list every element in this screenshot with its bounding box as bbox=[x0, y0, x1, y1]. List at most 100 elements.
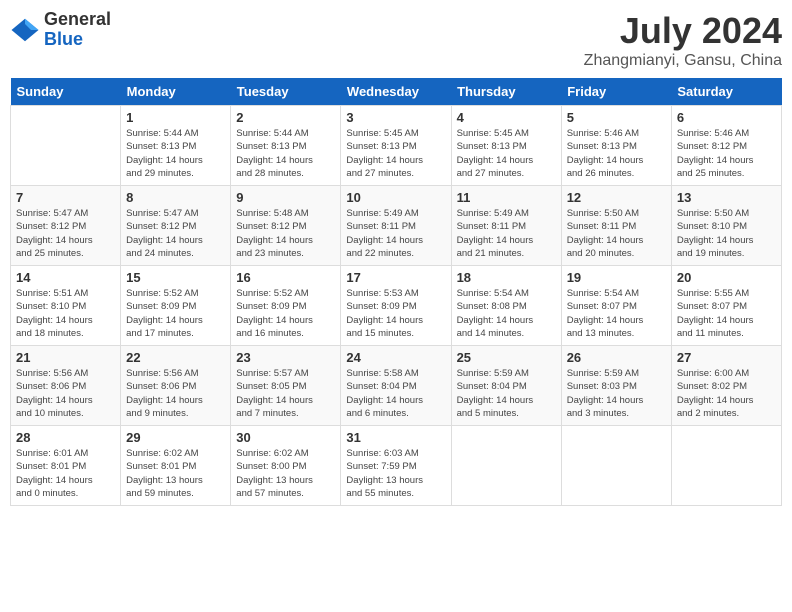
day-number: 5 bbox=[567, 110, 666, 125]
calendar-cell: 7Sunrise: 5:47 AM Sunset: 8:12 PM Daylig… bbox=[11, 186, 121, 266]
day-number: 26 bbox=[567, 350, 666, 365]
day-info: Sunrise: 5:52 AM Sunset: 8:09 PM Dayligh… bbox=[236, 287, 335, 340]
calendar-cell: 13 Sunrise: 5:50 AM Sunset: 8:10 PM Dayli… bbox=[671, 186, 781, 266]
calendar-cell: 23 Sunrise: 5:57 AM Sunset: 8:05 PM Dayli… bbox=[231, 346, 341, 426]
day-info: Sunrise: 5:50 AM Sunset: 8:11 PM Dayligh… bbox=[567, 207, 666, 260]
logo-blue: Blue bbox=[44, 30, 111, 50]
day-number: 3 bbox=[346, 110, 445, 125]
calendar-cell bbox=[11, 106, 121, 186]
day-number: 15 bbox=[126, 270, 225, 285]
day-info: Sunrise: 5:48 AM Sunset: 8:12 PM Dayligh… bbox=[236, 207, 335, 260]
day-number: 4 bbox=[457, 110, 556, 125]
logo-icon bbox=[10, 15, 40, 45]
day-info: Sunrise: 6:02 AM Sunset: 8:00 PM Dayligh… bbox=[236, 447, 335, 500]
calendar-cell: 9 Sunrise: 5:48 AM Sunset: 8:12 PM Daylig… bbox=[231, 186, 341, 266]
day-number: 2 bbox=[236, 110, 335, 125]
calendar-cell: 21 Sunrise: 5:56 AM Sunset: 8:06 PM Dayli… bbox=[11, 346, 121, 426]
calendar-cell: 15 Sunrise: 5:52 AM Sunset: 8:09 PM Dayli… bbox=[121, 266, 231, 346]
calendar-cell: 28 Sunrise: 6:01 AM Sunset: 8:01 PM Dayli… bbox=[11, 426, 121, 506]
calendar-cell: 8 Sunrise: 5:47 AM Sunset: 8:12 PM Daylig… bbox=[121, 186, 231, 266]
day-number: 8 bbox=[126, 190, 225, 205]
day-number: 27 bbox=[677, 350, 776, 365]
week-row-0: 1 Sunrise: 5:44 AM Sunset: 8:13 PM Daylig… bbox=[11, 106, 782, 186]
days-header-row: SundayMondayTuesdayWednesdayThursdayFrid… bbox=[11, 78, 782, 106]
day-header-thursday: Thursday bbox=[451, 78, 561, 106]
calendar-cell: 14 Sunrise: 5:51 AM Sunset: 8:10 PM Dayli… bbox=[11, 266, 121, 346]
day-number: 9 bbox=[236, 190, 335, 205]
day-info: Sunrise: 5:46 AM Sunset: 8:13 PM Dayligh… bbox=[567, 127, 666, 180]
day-number: 17 bbox=[346, 270, 445, 285]
calendar-cell: 5 Sunrise: 5:46 AM Sunset: 8:13 PM Daylig… bbox=[561, 106, 671, 186]
calendar-cell: 20 Sunrise: 5:55 AM Sunset: 8:07 PM Dayli… bbox=[671, 266, 781, 346]
day-info: Sunrise: 5:52 AM Sunset: 8:09 PM Dayligh… bbox=[126, 287, 225, 340]
day-info: Sunrise: 5:47 AM Sunset: 8:12 PM Dayligh… bbox=[126, 207, 225, 260]
week-row-3: 21 Sunrise: 5:56 AM Sunset: 8:06 PM Dayli… bbox=[11, 346, 782, 426]
day-number: 10 bbox=[346, 190, 445, 205]
calendar-cell: 6 Sunrise: 5:46 AM Sunset: 8:12 PM Daylig… bbox=[671, 106, 781, 186]
day-header-monday: Monday bbox=[121, 78, 231, 106]
day-number: 21 bbox=[16, 350, 115, 365]
day-header-saturday: Saturday bbox=[671, 78, 781, 106]
location: Zhangmianyi, Gansu, China bbox=[584, 52, 782, 70]
calendar-cell: 3 Sunrise: 5:45 AM Sunset: 8:13 PM Daylig… bbox=[341, 106, 451, 186]
day-number: 30 bbox=[236, 430, 335, 445]
day-number: 19 bbox=[567, 270, 666, 285]
calendar-cell: 19 Sunrise: 5:54 AM Sunset: 8:07 PM Dayli… bbox=[561, 266, 671, 346]
day-info: Sunrise: 5:45 AM Sunset: 8:13 PM Dayligh… bbox=[346, 127, 445, 180]
day-info: Sunrise: 5:58 AM Sunset: 8:04 PM Dayligh… bbox=[346, 367, 445, 420]
week-row-2: 14 Sunrise: 5:51 AM Sunset: 8:10 PM Dayli… bbox=[11, 266, 782, 346]
page-header: General Blue July 2024 Zhangmianyi, Gans… bbox=[10, 10, 782, 70]
day-number: 6 bbox=[677, 110, 776, 125]
calendar-cell: 17 Sunrise: 5:53 AM Sunset: 8:09 PM Dayli… bbox=[341, 266, 451, 346]
day-info: Sunrise: 5:54 AM Sunset: 8:07 PM Dayligh… bbox=[567, 287, 666, 340]
day-info: Sunrise: 6:00 AM Sunset: 8:02 PM Dayligh… bbox=[677, 367, 776, 420]
day-info: Sunrise: 5:59 AM Sunset: 8:04 PM Dayligh… bbox=[457, 367, 556, 420]
day-info: Sunrise: 6:01 AM Sunset: 8:01 PM Dayligh… bbox=[16, 447, 115, 500]
calendar-cell: 31Sunrise: 6:03 AM Sunset: 7:59 PM Dayli… bbox=[341, 426, 451, 506]
day-number: 23 bbox=[236, 350, 335, 365]
day-header-sunday: Sunday bbox=[11, 78, 121, 106]
day-number: 12 bbox=[567, 190, 666, 205]
day-info: Sunrise: 5:56 AM Sunset: 8:06 PM Dayligh… bbox=[16, 367, 115, 420]
calendar-cell: 22 Sunrise: 5:56 AM Sunset: 8:06 PM Dayli… bbox=[121, 346, 231, 426]
day-info: Sunrise: 5:49 AM Sunset: 8:11 PM Dayligh… bbox=[457, 207, 556, 260]
day-number: 22 bbox=[126, 350, 225, 365]
day-info: Sunrise: 5:55 AM Sunset: 8:07 PM Dayligh… bbox=[677, 287, 776, 340]
day-number: 16 bbox=[236, 270, 335, 285]
day-info: Sunrise: 5:47 AM Sunset: 8:12 PM Dayligh… bbox=[16, 207, 115, 260]
day-number: 25 bbox=[457, 350, 556, 365]
logo: General Blue bbox=[10, 10, 111, 50]
calendar-cell: 30 Sunrise: 6:02 AM Sunset: 8:00 PM Dayli… bbox=[231, 426, 341, 506]
day-info: Sunrise: 5:44 AM Sunset: 8:13 PM Dayligh… bbox=[236, 127, 335, 180]
day-number: 29 bbox=[126, 430, 225, 445]
day-number: 1 bbox=[126, 110, 225, 125]
day-info: Sunrise: 5:51 AM Sunset: 8:10 PM Dayligh… bbox=[16, 287, 115, 340]
day-info: Sunrise: 5:54 AM Sunset: 8:08 PM Dayligh… bbox=[457, 287, 556, 340]
day-info: Sunrise: 6:02 AM Sunset: 8:01 PM Dayligh… bbox=[126, 447, 225, 500]
calendar-cell: 26 Sunrise: 5:59 AM Sunset: 8:03 PM Dayli… bbox=[561, 346, 671, 426]
calendar-cell: 10Sunrise: 5:49 AM Sunset: 8:11 PM Dayli… bbox=[341, 186, 451, 266]
day-info: Sunrise: 5:59 AM Sunset: 8:03 PM Dayligh… bbox=[567, 367, 666, 420]
day-header-friday: Friday bbox=[561, 78, 671, 106]
calendar-cell: 25 Sunrise: 5:59 AM Sunset: 8:04 PM Dayli… bbox=[451, 346, 561, 426]
calendar-cell: 16 Sunrise: 5:52 AM Sunset: 8:09 PM Dayli… bbox=[231, 266, 341, 346]
calendar-cell: 2 Sunrise: 5:44 AM Sunset: 8:13 PM Daylig… bbox=[231, 106, 341, 186]
logo-general: General bbox=[44, 10, 111, 30]
day-number: 13 bbox=[677, 190, 776, 205]
day-info: Sunrise: 6:03 AM Sunset: 7:59 PM Dayligh… bbox=[346, 447, 445, 500]
day-number: 24 bbox=[346, 350, 445, 365]
day-info: Sunrise: 5:44 AM Sunset: 8:13 PM Dayligh… bbox=[126, 127, 225, 180]
day-info: Sunrise: 5:57 AM Sunset: 8:05 PM Dayligh… bbox=[236, 367, 335, 420]
day-info: Sunrise: 5:46 AM Sunset: 8:12 PM Dayligh… bbox=[677, 127, 776, 180]
day-number: 14 bbox=[16, 270, 115, 285]
day-info: Sunrise: 5:53 AM Sunset: 8:09 PM Dayligh… bbox=[346, 287, 445, 340]
day-info: Sunrise: 5:56 AM Sunset: 8:06 PM Dayligh… bbox=[126, 367, 225, 420]
day-number: 20 bbox=[677, 270, 776, 285]
calendar-cell: 18Sunrise: 5:54 AM Sunset: 8:08 PM Dayli… bbox=[451, 266, 561, 346]
calendar-cell: 12 Sunrise: 5:50 AM Sunset: 8:11 PM Dayli… bbox=[561, 186, 671, 266]
day-info: Sunrise: 5:50 AM Sunset: 8:10 PM Dayligh… bbox=[677, 207, 776, 260]
calendar-cell: 1 Sunrise: 5:44 AM Sunset: 8:13 PM Daylig… bbox=[121, 106, 231, 186]
week-row-4: 28 Sunrise: 6:01 AM Sunset: 8:01 PM Dayli… bbox=[11, 426, 782, 506]
day-number: 28 bbox=[16, 430, 115, 445]
calendar-cell bbox=[671, 426, 781, 506]
